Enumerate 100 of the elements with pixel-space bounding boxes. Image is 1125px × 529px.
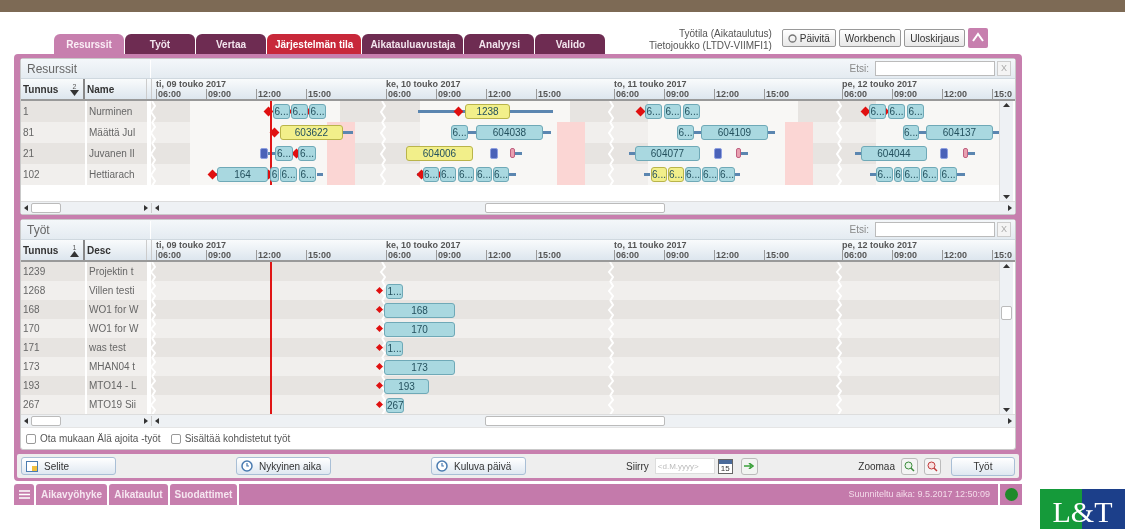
panel-title: Työt <box>21 220 151 239</box>
task-bar[interactable]: 604137 <box>926 125 993 140</box>
time-tick: 12:00 <box>486 250 512 260</box>
time-tick: 09:00 <box>892 250 918 260</box>
header-button[interactable]: Uloskirjaus <box>904 29 966 47</box>
task-bar[interactable]: 6... <box>907 104 924 119</box>
task-bar[interactable]: 6 <box>270 167 279 182</box>
time-tick: 06:00 <box>842 250 868 260</box>
task-bar[interactable]: 6... <box>423 167 439 182</box>
time-tick: 06:00 <box>386 250 412 260</box>
day-header: to, 11 touko 2017 <box>614 79 687 89</box>
task-bar[interactable]: 604109 <box>701 125 768 140</box>
workspace-label: Työtila (Aikataulutus) <box>679 28 772 40</box>
tab[interactable]: Analyysi <box>464 34 535 54</box>
task-bar[interactable]: 6... <box>299 167 316 182</box>
time-tick: 09:00 <box>436 250 462 260</box>
day-header: pe, 12 touko 2017 <box>842 240 918 250</box>
day-header: ti, 09 touko 2017 <box>156 79 227 89</box>
time-tick: 15:0 <box>992 89 1012 99</box>
tab[interactable]: Järjestelmän tila <box>267 34 362 54</box>
column-header[interactable]: Tunnus <box>23 242 59 258</box>
now-button[interactable]: Nykyinen aika <box>236 457 331 475</box>
table-cell-text: 168 <box>22 303 41 317</box>
task-bar[interactable]: 6... <box>888 104 905 119</box>
column-header[interactable]: Name <box>87 81 115 97</box>
task-bar[interactable]: 6... <box>940 167 957 182</box>
task-bar[interactable]: 6... <box>476 167 492 182</box>
task-bar[interactable]: 6 <box>894 167 902 182</box>
task-bar[interactable]: 1... <box>386 284 403 299</box>
time-tick: 12:00 <box>942 89 968 99</box>
task-bar[interactable]: 6... <box>645 104 662 119</box>
task-bar[interactable]: 164 <box>217 167 268 182</box>
task-bar[interactable]: 6... <box>493 167 509 182</box>
time-tick: 15:00 <box>306 250 332 260</box>
jobs-button[interactable]: Työt <box>951 456 1015 476</box>
table-cell-text: 171 <box>22 341 41 355</box>
goto-label: Siirry <box>626 459 649 474</box>
tab[interactable]: Valido <box>535 34 606 54</box>
tab[interactable]: Työt <box>125 34 195 54</box>
task-bar[interactable]: 6... <box>921 167 938 182</box>
task-bar[interactable]: 168 <box>384 303 455 318</box>
task-bar[interactable]: 604006 <box>406 146 473 161</box>
task-bar[interactable]: 1... <box>386 341 403 356</box>
task-bar[interactable]: 6... <box>719 167 735 182</box>
time-tick: 09:00 <box>892 89 918 99</box>
task-bar[interactable]: 6... <box>275 146 293 161</box>
header-button[interactable]: Workbench <box>838 29 902 47</box>
column-header[interactable]: Tunnus <box>23 81 59 97</box>
task-bar[interactable]: 6... <box>309 104 326 119</box>
task-bar[interactable]: 6... <box>451 125 468 140</box>
task-bar[interactable]: 6... <box>298 146 316 161</box>
time-tick: 09:00 <box>206 250 232 260</box>
time-tick: 09:00 <box>436 89 462 99</box>
task-bar[interactable]: 267 <box>386 398 404 413</box>
task-bar[interactable]: 6... <box>280 167 297 182</box>
today-button[interactable]: Kuluva päivä <box>431 457 526 475</box>
task-bar[interactable]: 6... <box>869 104 886 119</box>
task-bar[interactable]: 604077 <box>635 146 700 161</box>
task-bar[interactable]: 173 <box>384 360 455 375</box>
task-bar[interactable]: 603622 <box>280 125 343 140</box>
tab[interactable]: Vertaa <box>196 34 266 54</box>
task-bar[interactable]: 6... <box>273 104 290 119</box>
task-bar[interactable]: 6... <box>876 167 893 182</box>
tab[interactable]: Aikatauluavustaja <box>362 34 464 54</box>
table-cell-text: 1239 <box>22 265 47 279</box>
table-cell-text: 1 <box>22 105 30 119</box>
time-tick: 12:00 <box>714 89 740 99</box>
task-bar[interactable]: 1238 <box>465 104 510 119</box>
task-bar[interactable]: 6... <box>677 125 694 140</box>
task-bar[interactable]: 6... <box>668 167 684 182</box>
checkbox-label: Sisältää kohdistetut työt <box>184 432 291 446</box>
task-bar[interactable]: 604038 <box>476 125 543 140</box>
time-tick: 06:00 <box>842 89 868 99</box>
logo: L&T <box>1040 489 1125 529</box>
table-cell-text: 81 <box>22 126 36 140</box>
task-bar[interactable]: 6... <box>903 125 919 140</box>
task-bar[interactable]: 193 <box>384 379 429 394</box>
time-tick: 06:00 <box>156 250 182 260</box>
time-tick: 09:00 <box>664 250 690 260</box>
task-bar[interactable]: 6... <box>702 167 718 182</box>
task-bar[interactable]: 6... <box>683 104 700 119</box>
header-button[interactable]: Päivitä <box>781 29 836 47</box>
task-bar[interactable]: 6... <box>440 167 456 182</box>
task-bar[interactable]: 604044 <box>861 146 927 161</box>
time-tick: 12:00 <box>942 250 968 260</box>
task-bar[interactable]: 170 <box>384 322 455 337</box>
task-bar[interactable]: 6... <box>685 167 701 182</box>
column-header[interactable]: Desc <box>87 242 111 258</box>
task-bar[interactable]: 6... <box>903 167 920 182</box>
legend-button[interactable]: Selite <box>21 457 116 475</box>
task-bar[interactable]: 6... <box>291 104 308 119</box>
task-bar[interactable]: 6... <box>651 167 667 182</box>
time-tick: 12:00 <box>714 250 740 260</box>
time-tick: 06:00 <box>156 89 182 99</box>
calendar-icon[interactable]: 15 <box>717 458 733 474</box>
day-header: ke, 10 touko 2017 <box>386 240 461 250</box>
date-field[interactable]: <d.M.yyyy> <box>654 458 715 474</box>
day-header: ti, 09 touko 2017 <box>156 240 227 250</box>
task-bar[interactable]: 6... <box>458 167 474 182</box>
task-bar[interactable]: 6... <box>664 104 681 119</box>
